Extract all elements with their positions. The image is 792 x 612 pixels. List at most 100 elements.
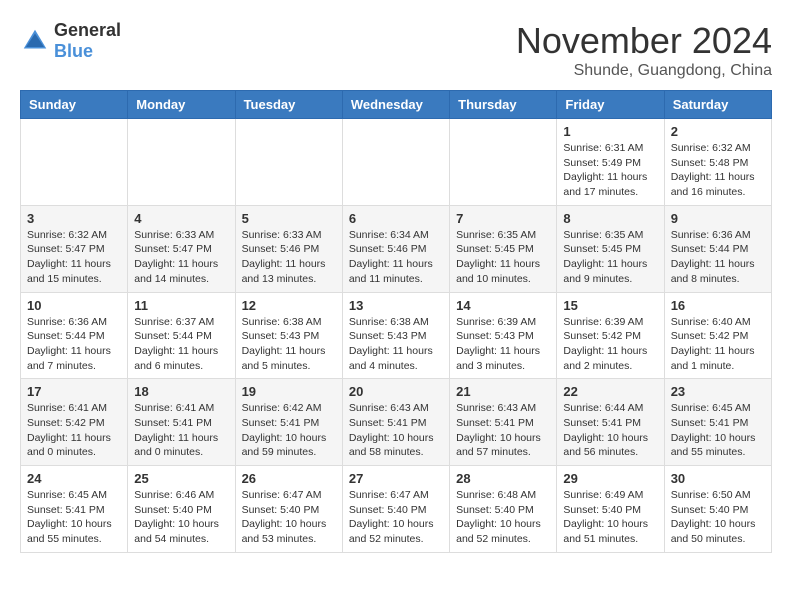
calendar-week-row: 1Sunrise: 6:31 AM Sunset: 5:49 PM Daylig… xyxy=(21,119,772,206)
calendar-cell: 16 Sunrise: 6:40 AM Sunset: 5:42 PM Dayli… xyxy=(664,292,771,379)
day-info: Sunrise: 6:38 AM Sunset: 5:43 PM Dayligh… xyxy=(349,315,443,374)
day-info: Sunrise: 6:47 AM Sunset: 5:40 PM Dayligh… xyxy=(349,488,443,547)
day-info: Sunrise: 6:40 AM Sunset: 5:42 PM Dayligh… xyxy=(671,315,765,374)
calendar-cell: 29 Sunrise: 6:49 AM Sunset: 5:40 PM Dayli… xyxy=(557,466,664,553)
day-info: Sunrise: 6:32 AM Sunset: 5:48 PM Dayligh… xyxy=(671,141,765,200)
calendar-body: 1Sunrise: 6:31 AM Sunset: 5:49 PM Daylig… xyxy=(21,119,772,553)
day-info: Sunrise: 6:46 AM Sunset: 5:40 PM Dayligh… xyxy=(134,488,228,547)
day-number: 13 xyxy=(349,298,443,313)
day-info: Sunrise: 6:34 AM Sunset: 5:46 PM Dayligh… xyxy=(349,228,443,287)
day-info: Sunrise: 6:36 AM Sunset: 5:44 PM Dayligh… xyxy=(27,315,121,374)
day-info: Sunrise: 6:33 AM Sunset: 5:47 PM Dayligh… xyxy=(134,228,228,287)
day-info: Sunrise: 6:36 AM Sunset: 5:44 PM Dayligh… xyxy=(671,228,765,287)
logo-icon xyxy=(20,26,50,56)
day-info: Sunrise: 6:44 AM Sunset: 5:41 PM Dayligh… xyxy=(563,401,657,460)
day-info: Sunrise: 6:42 AM Sunset: 5:41 PM Dayligh… xyxy=(242,401,336,460)
day-number: 22 xyxy=(563,384,657,399)
calendar-cell: 19 Sunrise: 6:42 AM Sunset: 5:41 PM Dayli… xyxy=(235,379,342,466)
calendar-cell: 6Sunrise: 6:34 AM Sunset: 5:46 PM Daylig… xyxy=(342,205,449,292)
day-info: Sunrise: 6:43 AM Sunset: 5:41 PM Dayligh… xyxy=(456,401,550,460)
day-info: Sunrise: 6:35 AM Sunset: 5:45 PM Dayligh… xyxy=(456,228,550,287)
day-number: 25 xyxy=(134,471,228,486)
calendar-table: SundayMondayTuesdayWednesdayThursdayFrid… xyxy=(20,90,772,553)
calendar-cell: 27Sunrise: 6:47 AM Sunset: 5:40 PM Dayli… xyxy=(342,466,449,553)
day-number: 2 xyxy=(671,124,765,139)
title-section: November 2024 Shunde, Guangdong, China xyxy=(516,20,772,80)
calendar-cell xyxy=(21,119,128,206)
day-number: 16 xyxy=(671,298,765,313)
day-number: 20 xyxy=(349,384,443,399)
calendar-header: SundayMondayTuesdayWednesdayThursdayFrid… xyxy=(21,91,772,119)
calendar-cell: 26 Sunrise: 6:47 AM Sunset: 5:40 PM Dayli… xyxy=(235,466,342,553)
day-info: Sunrise: 6:39 AM Sunset: 5:42 PM Dayligh… xyxy=(563,315,657,374)
day-number: 15 xyxy=(563,298,657,313)
day-info: Sunrise: 6:47 AM Sunset: 5:40 PM Dayligh… xyxy=(242,488,336,547)
calendar-cell: 12Sunrise: 6:38 AM Sunset: 5:43 PM Dayli… xyxy=(235,292,342,379)
calendar-cell: 8Sunrise: 6:35 AM Sunset: 5:45 PM Daylig… xyxy=(557,205,664,292)
logo-general: General xyxy=(54,20,121,40)
day-of-week-header: Wednesday xyxy=(342,91,449,119)
day-number: 29 xyxy=(563,471,657,486)
day-info: Sunrise: 6:41 AM Sunset: 5:42 PM Dayligh… xyxy=(27,401,121,460)
day-of-week-header: Friday xyxy=(557,91,664,119)
day-number: 23 xyxy=(671,384,765,399)
day-info: Sunrise: 6:43 AM Sunset: 5:41 PM Dayligh… xyxy=(349,401,443,460)
day-of-week-header: Sunday xyxy=(21,91,128,119)
day-of-week-header: Saturday xyxy=(664,91,771,119)
header-row: SundayMondayTuesdayWednesdayThursdayFrid… xyxy=(21,91,772,119)
calendar-cell: 25 Sunrise: 6:46 AM Sunset: 5:40 PM Dayli… xyxy=(128,466,235,553)
day-number: 9 xyxy=(671,211,765,226)
day-number: 7 xyxy=(456,211,550,226)
day-info: Sunrise: 6:31 AM Sunset: 5:49 PM Dayligh… xyxy=(563,141,657,200)
location-title: Shunde, Guangdong, China xyxy=(516,62,772,80)
calendar-cell: 5 Sunrise: 6:33 AM Sunset: 5:46 PM Daylig… xyxy=(235,205,342,292)
calendar-cell: 20 Sunrise: 6:43 AM Sunset: 5:41 PM Dayli… xyxy=(342,379,449,466)
day-number: 10 xyxy=(27,298,121,313)
day-of-week-header: Monday xyxy=(128,91,235,119)
calendar-cell xyxy=(450,119,557,206)
day-info: Sunrise: 6:50 AM Sunset: 5:40 PM Dayligh… xyxy=(671,488,765,547)
calendar-cell: 24 Sunrise: 6:45 AM Sunset: 5:41 PM Dayli… xyxy=(21,466,128,553)
calendar-cell: 22 Sunrise: 6:44 AM Sunset: 5:41 PM Dayli… xyxy=(557,379,664,466)
calendar-week-row: 3 Sunrise: 6:32 AM Sunset: 5:47 PM Daylig… xyxy=(21,205,772,292)
day-number: 12 xyxy=(242,298,336,313)
day-number: 5 xyxy=(242,211,336,226)
calendar-cell: 30 Sunrise: 6:50 AM Sunset: 5:40 PM Dayli… xyxy=(664,466,771,553)
day-number: 3 xyxy=(27,211,121,226)
day-number: 30 xyxy=(671,471,765,486)
calendar-cell: 3 Sunrise: 6:32 AM Sunset: 5:47 PM Daylig… xyxy=(21,205,128,292)
day-info: Sunrise: 6:32 AM Sunset: 5:47 PM Dayligh… xyxy=(27,228,121,287)
page-header: General Blue November 2024 Shunde, Guang… xyxy=(20,20,772,80)
logo-blue: Blue xyxy=(54,41,93,61)
day-number: 17 xyxy=(27,384,121,399)
day-number: 14 xyxy=(456,298,550,313)
day-number: 24 xyxy=(27,471,121,486)
calendar-cell: 2 Sunrise: 6:32 AM Sunset: 5:48 PM Daylig… xyxy=(664,119,771,206)
day-number: 11 xyxy=(134,298,228,313)
calendar-week-row: 17 Sunrise: 6:41 AM Sunset: 5:42 PM Dayli… xyxy=(21,379,772,466)
day-info: Sunrise: 6:33 AM Sunset: 5:46 PM Dayligh… xyxy=(242,228,336,287)
day-info: Sunrise: 6:49 AM Sunset: 5:40 PM Dayligh… xyxy=(563,488,657,547)
calendar-cell: 9 Sunrise: 6:36 AM Sunset: 5:44 PM Daylig… xyxy=(664,205,771,292)
calendar-cell: 11 Sunrise: 6:37 AM Sunset: 5:44 PM Dayli… xyxy=(128,292,235,379)
calendar-cell: 23 Sunrise: 6:45 AM Sunset: 5:41 PM Dayli… xyxy=(664,379,771,466)
calendar-cell: 7 Sunrise: 6:35 AM Sunset: 5:45 PM Daylig… xyxy=(450,205,557,292)
day-number: 4 xyxy=(134,211,228,226)
calendar-cell xyxy=(235,119,342,206)
calendar-cell: 21 Sunrise: 6:43 AM Sunset: 5:41 PM Dayli… xyxy=(450,379,557,466)
calendar-cell: 14Sunrise: 6:39 AM Sunset: 5:43 PM Dayli… xyxy=(450,292,557,379)
logo: General Blue xyxy=(20,20,121,62)
day-info: Sunrise: 6:37 AM Sunset: 5:44 PM Dayligh… xyxy=(134,315,228,374)
calendar-cell xyxy=(342,119,449,206)
day-info: Sunrise: 6:45 AM Sunset: 5:41 PM Dayligh… xyxy=(671,401,765,460)
day-number: 19 xyxy=(242,384,336,399)
day-info: Sunrise: 6:35 AM Sunset: 5:45 PM Dayligh… xyxy=(563,228,657,287)
day-number: 21 xyxy=(456,384,550,399)
calendar-cell: 13 Sunrise: 6:38 AM Sunset: 5:43 PM Dayli… xyxy=(342,292,449,379)
day-info: Sunrise: 6:45 AM Sunset: 5:41 PM Dayligh… xyxy=(27,488,121,547)
calendar-week-row: 24 Sunrise: 6:45 AM Sunset: 5:41 PM Dayli… xyxy=(21,466,772,553)
day-number: 26 xyxy=(242,471,336,486)
calendar-cell: 28Sunrise: 6:48 AM Sunset: 5:40 PM Dayli… xyxy=(450,466,557,553)
calendar-cell: 4 Sunrise: 6:33 AM Sunset: 5:47 PM Daylig… xyxy=(128,205,235,292)
day-of-week-header: Tuesday xyxy=(235,91,342,119)
